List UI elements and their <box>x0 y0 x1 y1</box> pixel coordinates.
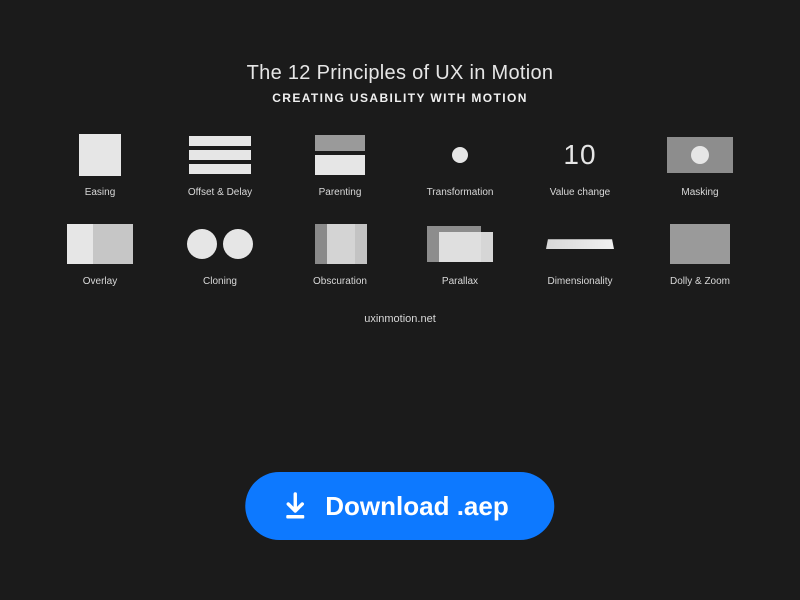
principle-parallax: Parallax <box>400 222 520 287</box>
easing-icon <box>66 133 134 177</box>
parenting-icon <box>306 133 374 177</box>
site-link[interactable]: uxinmotion.net <box>0 313 800 325</box>
principles-grid: Easing Offset & Delay Parenting Transfor… <box>40 133 760 287</box>
principle-overlay: Overlay <box>40 222 160 287</box>
value-change-icon: 10 <box>546 133 614 177</box>
principle-masking: Masking <box>640 133 760 198</box>
principle-easing: Easing <box>40 133 160 198</box>
principle-label: Offset & Delay <box>188 187 252 198</box>
principle-label: Easing <box>85 187 116 198</box>
overlay-icon <box>66 222 134 266</box>
principle-label: Obscuration <box>313 276 367 287</box>
principle-cloning: Cloning <box>160 222 280 287</box>
page-title: The 12 Principles of UX in Motion <box>0 62 800 85</box>
principle-value-change: 10 Value change <box>520 133 640 198</box>
principle-parenting: Parenting <box>280 133 400 198</box>
principle-label: Masking <box>681 187 718 198</box>
download-aep-button[interactable]: Download .aep <box>245 472 554 540</box>
obscuration-icon <box>306 222 374 266</box>
principle-dolly-zoom: Dolly & Zoom <box>640 222 760 287</box>
dimensionality-icon <box>546 222 614 266</box>
principle-label: Parallax <box>442 276 478 287</box>
principle-obscuration: Obscuration <box>280 222 400 287</box>
principle-label: Overlay <box>83 276 117 287</box>
principle-transformation: Transformation <box>400 133 520 198</box>
transformation-icon <box>426 133 494 177</box>
masking-icon <box>666 133 734 177</box>
principle-label: Cloning <box>203 276 237 287</box>
cloning-icon <box>186 222 254 266</box>
principle-label: Transformation <box>427 187 494 198</box>
page-header: The 12 Principles of UX in Motion CREATI… <box>0 0 800 105</box>
principle-label: Dolly & Zoom <box>670 276 730 287</box>
download-icon <box>283 492 307 520</box>
page-subtitle: CREATING USABILITY WITH MOTION <box>0 91 800 105</box>
principle-label: Value change <box>550 187 610 198</box>
principle-offset-delay: Offset & Delay <box>160 133 280 198</box>
principle-label: Parenting <box>319 187 362 198</box>
dolly-zoom-icon <box>666 222 734 266</box>
offset-delay-icon <box>186 133 254 177</box>
parallax-icon <box>426 222 494 266</box>
principle-dimensionality: Dimensionality <box>520 222 640 287</box>
download-button-label: Download .aep <box>325 491 508 522</box>
principle-label: Dimensionality <box>547 276 612 287</box>
